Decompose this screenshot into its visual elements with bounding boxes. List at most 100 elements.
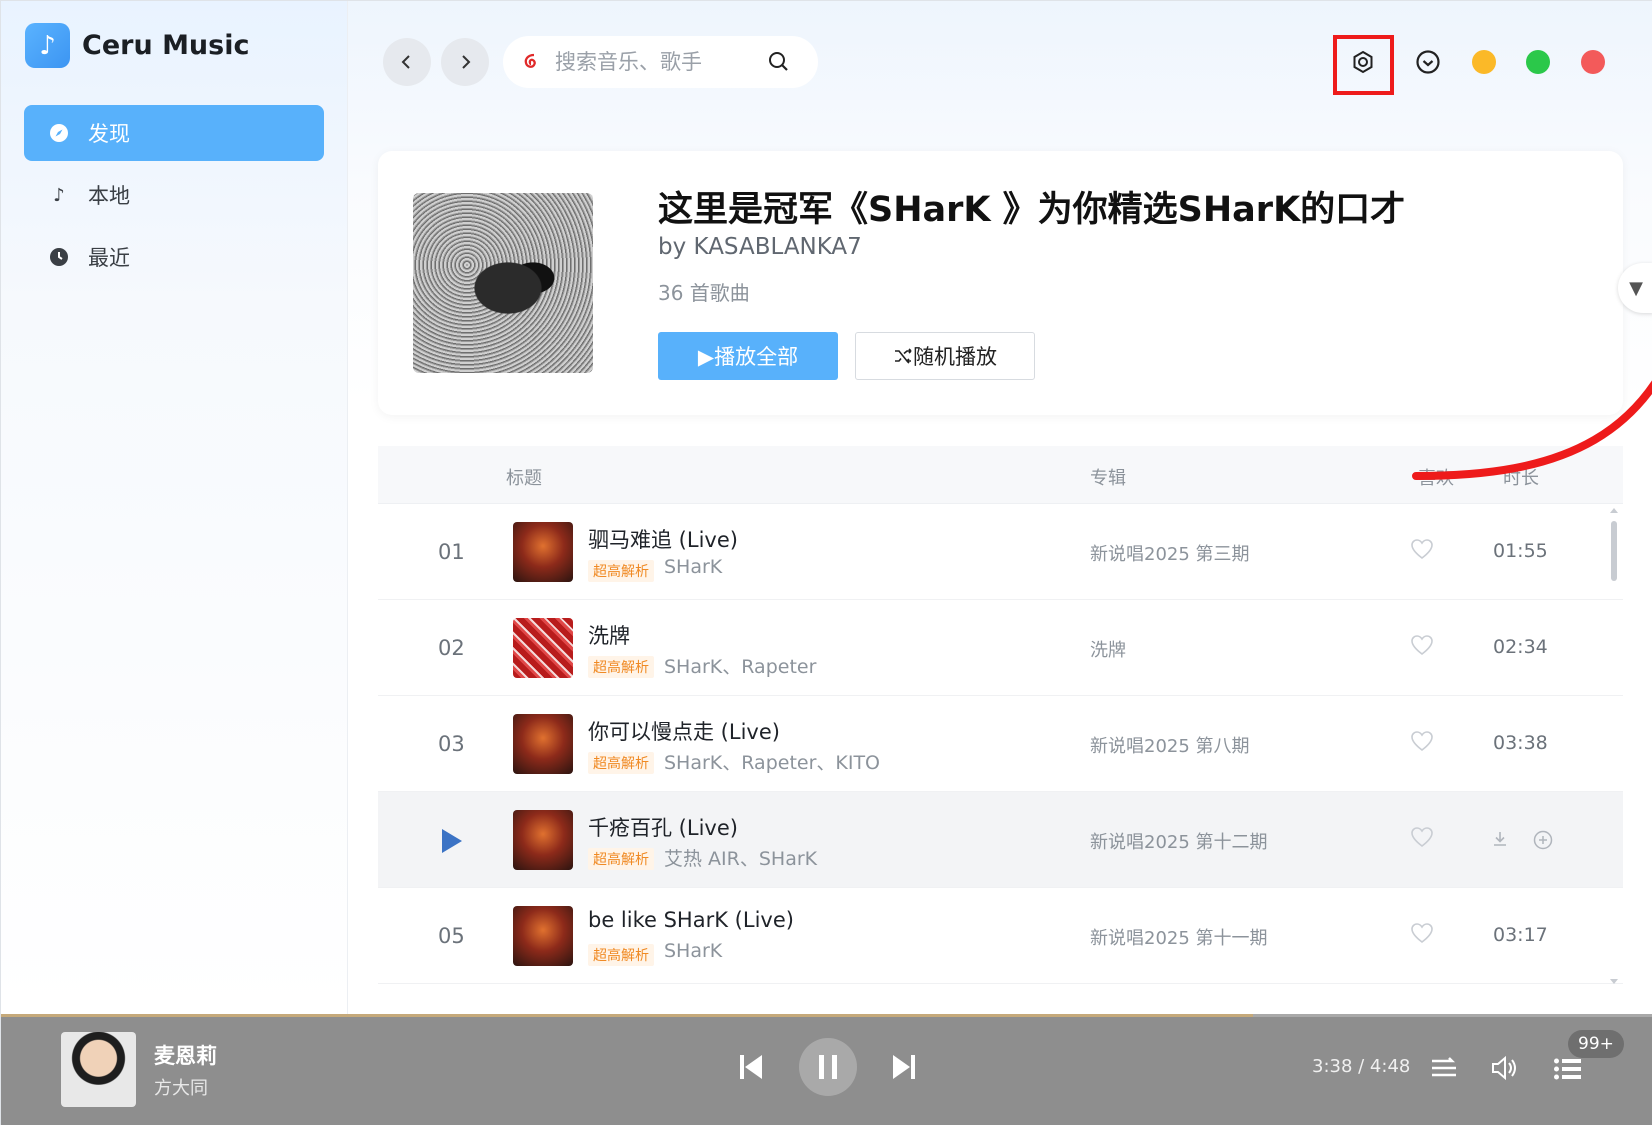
column-title: 标题	[506, 468, 542, 489]
song-list: 标题 专辑 喜欢 时长 01 驷马难追 (Live) 超高解析 SHarK 新说…	[378, 446, 1623, 986]
song-duration: 03:17	[1493, 924, 1548, 946]
heart-icon[interactable]	[1410, 922, 1434, 944]
playback-progress[interactable]	[1, 1014, 1652, 1017]
scroll-up-arrow-icon[interactable]	[1609, 506, 1619, 514]
playlist-author: by KASABLANKA7	[658, 234, 862, 260]
song-album[interactable]: 洗牌	[1090, 636, 1126, 662]
volume-icon	[1492, 1055, 1516, 1081]
collapse-tab[interactable]: ▼	[1618, 263, 1652, 313]
song-album[interactable]: 新说唱2025 第三期	[1090, 540, 1250, 566]
song-title: 你可以慢点走 (Live)	[588, 720, 780, 744]
heart-icon[interactable]	[1410, 538, 1434, 560]
track-number: 05	[438, 924, 465, 948]
playlist-song-count: 36 首歌曲	[658, 281, 750, 305]
song-album[interactable]: 新说唱2025 第十二期	[1090, 828, 1268, 854]
album-thumb	[513, 714, 573, 774]
window-maximize-button[interactable]	[1526, 50, 1550, 74]
song-duration: 03:38	[1493, 732, 1548, 754]
song-title: 洗牌	[588, 624, 630, 648]
back-button[interactable]	[383, 38, 431, 86]
quality-badge: 超高解析	[588, 656, 654, 678]
netease-music-icon[interactable]	[519, 50, 543, 74]
song-duration: 02:34	[1493, 636, 1548, 658]
sidebar-item-local[interactable]: ♪ 本地	[24, 167, 324, 223]
add-circle-icon[interactable]	[1533, 830, 1553, 850]
song-artist[interactable]: SHarK	[664, 940, 722, 962]
sidebar-item-discover[interactable]: 发现	[24, 105, 324, 161]
pause-icon	[819, 1055, 837, 1079]
now-playing-artist: 方大同	[154, 1078, 208, 1099]
play-all-button[interactable]: ▶播放全部	[658, 332, 838, 380]
heart-icon[interactable]	[1410, 730, 1434, 752]
scrollbar-thumb[interactable]	[1611, 521, 1617, 581]
quality-badge: 超高解析	[588, 560, 654, 582]
app-window: ♪ Ceru Music 发现 ♪ 本地 最近 搜索音乐、歌手 这里是冠军《SH…	[0, 0, 1652, 1125]
track-number: 03	[438, 732, 465, 756]
sidebar-item-label: 最近	[88, 246, 130, 270]
window-minimize-button[interactable]	[1472, 50, 1496, 74]
shuffle-play-button[interactable]: 随机播放	[855, 332, 1035, 380]
sidebar-nav: 发现 ♪ 本地 最近	[24, 105, 324, 291]
track-number: 01	[438, 540, 465, 564]
playlist-header-card: 这里是冠军《SHarK 》为你精选SHarK的口才 by KASABLANKA7…	[378, 151, 1623, 415]
chevron-down-icon: ▼	[1629, 277, 1643, 299]
play-icon[interactable]	[442, 829, 462, 853]
quality-badge: 超高解析	[588, 752, 654, 774]
music-note-logo-icon: ♪	[25, 23, 70, 68]
player-bar: 麦恩莉 方大同 3:38 / 4:48 99+	[1, 1014, 1652, 1125]
song-artist[interactable]: SHarK	[664, 556, 722, 578]
search-input[interactable]	[555, 50, 745, 74]
scroll-down-arrow-icon[interactable]	[1609, 978, 1619, 986]
heart-icon[interactable]	[1410, 634, 1434, 656]
album-thumb	[513, 810, 573, 870]
column-album: 专辑	[1090, 468, 1126, 489]
settings-highlight	[1333, 35, 1394, 95]
song-list-header: 标题 专辑 喜欢 时长	[378, 446, 1623, 504]
album-thumb	[513, 618, 573, 678]
playlist-cover	[413, 193, 593, 373]
quality-badge: 超高解析	[588, 848, 654, 870]
song-artist[interactable]: SHarK、Rapeter、KITO	[664, 748, 880, 775]
sidebar: ♪ Ceru Music 发现 ♪ 本地 最近	[1, 1, 348, 1014]
song-row[interactable]: 05 be like SHarK (Live) 超高解析 SHarK 新说唱20…	[378, 888, 1623, 984]
progress-fill	[1, 1014, 1254, 1017]
minimize-to-tray-button[interactable]	[1408, 42, 1448, 82]
heart-icon[interactable]	[1410, 826, 1434, 848]
previous-button[interactable]	[736, 1052, 766, 1082]
song-row[interactable]: 03 你可以慢点走 (Live) 超高解析 SHarK、Rapeter、KITO…	[378, 696, 1623, 792]
compass-icon	[48, 122, 70, 144]
search-icon[interactable]	[767, 50, 791, 74]
brand: ♪ Ceru Music	[25, 23, 249, 68]
song-album[interactable]: 新说唱2025 第十一期	[1090, 924, 1268, 950]
queue-list-icon	[1554, 1058, 1581, 1080]
album-thumb	[513, 906, 573, 966]
song-title: 千疮百孔 (Live)	[588, 816, 738, 840]
volume-button[interactable]	[1489, 1052, 1521, 1084]
window-close-button[interactable]	[1581, 50, 1605, 74]
app-name: Ceru Music	[82, 30, 250, 61]
song-list-scrollbar[interactable]	[1609, 506, 1619, 986]
chevron-left-icon	[401, 55, 410, 69]
sidebar-item-label: 本地	[88, 184, 130, 208]
queue-count-badge: 99+	[1568, 1030, 1624, 1058]
album-thumb	[513, 522, 573, 582]
now-playing-cover[interactable]	[61, 1032, 136, 1107]
song-row[interactable]: 02 洗牌 超高解析 SHarK、Rapeter 洗牌 02:34	[378, 600, 1623, 696]
song-artist[interactable]: SHarK、Rapeter	[664, 652, 816, 679]
next-button[interactable]	[889, 1052, 919, 1082]
track-number: 02	[438, 636, 465, 660]
forward-button[interactable]	[441, 38, 489, 86]
song-row-hovered[interactable]: 千疮百孔 (Live) 超高解析 艾热 AIR、SHarK 新说唱2025 第十…	[378, 792, 1623, 888]
column-like: 喜欢	[1418, 468, 1454, 489]
chevron-right-icon	[462, 55, 471, 69]
shuffle-icon	[895, 348, 912, 364]
song-artist[interactable]: 艾热 AIR、SHarK	[664, 844, 817, 871]
top-bar	[348, 1, 1652, 121]
song-row[interactable]: 01 驷马难追 (Live) 超高解析 SHarK 新说唱2025 第三期 01…	[378, 504, 1623, 600]
sidebar-item-recent[interactable]: 最近	[24, 229, 324, 285]
pause-button[interactable]	[799, 1038, 857, 1096]
play-mode-button[interactable]	[1428, 1052, 1460, 1084]
download-icon[interactable]	[1491, 830, 1509, 848]
song-album[interactable]: 新说唱2025 第八期	[1090, 732, 1250, 758]
skip-next-icon	[893, 1055, 915, 1079]
